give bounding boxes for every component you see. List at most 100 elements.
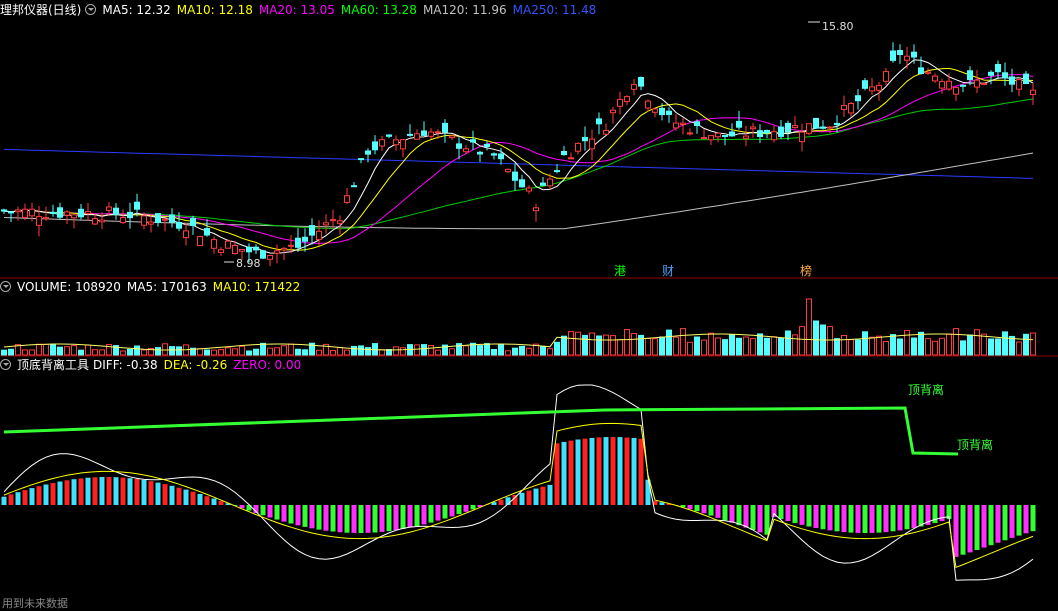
volume-bar — [50, 344, 56, 356]
volume-bar — [701, 339, 707, 356]
volume-bar — [799, 326, 805, 356]
stock-title: 理邦仪器(日线) — [0, 3, 82, 17]
volume-bar — [358, 345, 364, 356]
macd-bar — [267, 505, 273, 518]
dropdown-icon[interactable] — [0, 359, 11, 370]
macd-bar — [162, 484, 168, 505]
candle-body — [106, 206, 112, 211]
volume-bar — [694, 336, 700, 356]
candle-body — [547, 178, 553, 187]
macd-bar — [288, 505, 294, 524]
macd-bar — [309, 505, 315, 529]
macd-bar — [533, 488, 539, 505]
macd-bar — [92, 477, 98, 505]
macd-bar — [120, 477, 126, 505]
event-marker-1: 财 — [662, 264, 674, 278]
volume-bar — [22, 349, 28, 356]
macd-bar — [50, 482, 56, 505]
macd-bar — [99, 477, 105, 505]
volume-bar — [400, 347, 406, 356]
volume-bar — [617, 339, 623, 356]
macd-bar — [337, 505, 343, 533]
macd-bar — [148, 481, 154, 505]
candle-body — [155, 213, 161, 224]
candle-body — [22, 208, 28, 218]
candle-body — [820, 126, 826, 129]
volume-bar — [169, 346, 175, 356]
candle-body — [841, 105, 847, 110]
macd-bar — [624, 437, 630, 505]
candle-body — [708, 135, 714, 141]
candle-body — [99, 219, 105, 223]
volume-bar — [302, 349, 308, 356]
macd-bar — [995, 505, 1001, 543]
volume-bar — [491, 349, 497, 356]
candle-body — [148, 221, 154, 225]
macd-bar — [78, 478, 84, 505]
volume-bar — [652, 338, 658, 356]
volume-bar — [1016, 341, 1022, 356]
candle-body — [43, 217, 49, 220]
macd-bar — [57, 481, 63, 505]
volume-bar — [295, 348, 301, 356]
candle-body — [204, 228, 210, 236]
macd-bar — [1009, 505, 1015, 538]
candle-body — [729, 131, 735, 137]
divergence-line — [3, 406, 959, 456]
volume-bar — [995, 338, 1001, 356]
macd-bar — [134, 479, 140, 505]
candle-body — [281, 247, 287, 251]
candle-body — [673, 122, 679, 129]
candle-body — [512, 171, 518, 181]
price-panel-4: MA120: 11.96 — [422, 3, 507, 17]
volume-bar — [414, 344, 420, 356]
macd-bar — [456, 505, 462, 515]
candle-body — [540, 182, 546, 186]
event-marker-2: 榜 — [800, 263, 812, 278]
candle-body — [36, 216, 42, 226]
macd-bar — [435, 505, 441, 521]
candle-body — [925, 71, 931, 74]
volume-indicators: VOLUME: 108920 MA5: 170163 MA10: 171422 — [17, 280, 306, 294]
dropdown-icon[interactable] — [85, 4, 97, 15]
volume-bar — [393, 346, 399, 356]
volume-bar — [806, 298, 812, 356]
volume-bar — [141, 349, 147, 356]
candle-body — [372, 141, 378, 151]
macd-bar — [1023, 505, 1029, 534]
volume-bar — [673, 336, 679, 356]
macd-bar — [841, 505, 847, 533]
divergence-label-1: 顶背离 — [957, 437, 993, 452]
macd-bar — [547, 484, 553, 505]
macd-bar — [498, 499, 504, 505]
volume-bar — [484, 343, 490, 356]
macd-bar — [981, 505, 987, 548]
volume-bar — [1009, 335, 1015, 356]
candle-body — [260, 250, 266, 259]
volume-bar — [897, 338, 903, 356]
macd-bar — [806, 505, 812, 527]
macd-bar — [64, 480, 70, 505]
candle-body — [316, 230, 322, 241]
candle-body — [1030, 89, 1036, 95]
volume-bar — [253, 348, 259, 356]
candle-body — [120, 217, 126, 224]
macd-bar — [750, 505, 756, 530]
volume-bar — [834, 338, 840, 356]
volume-bar — [946, 333, 952, 356]
macd-bar — [8, 494, 14, 505]
dropdown-icon[interactable] — [0, 281, 11, 292]
candle-body — [183, 230, 189, 239]
macd-bar — [190, 491, 196, 505]
candle-body — [862, 80, 868, 89]
candle-body — [568, 157, 574, 160]
volume-bar — [43, 344, 49, 356]
volume-bar — [883, 341, 889, 356]
volume-bar — [99, 349, 105, 356]
volume-bar — [162, 343, 168, 356]
macd-bar — [988, 505, 994, 546]
macd-bar — [169, 485, 175, 505]
macd-bar — [29, 488, 35, 505]
candle-body — [890, 50, 896, 61]
volume-bar — [785, 330, 791, 356]
